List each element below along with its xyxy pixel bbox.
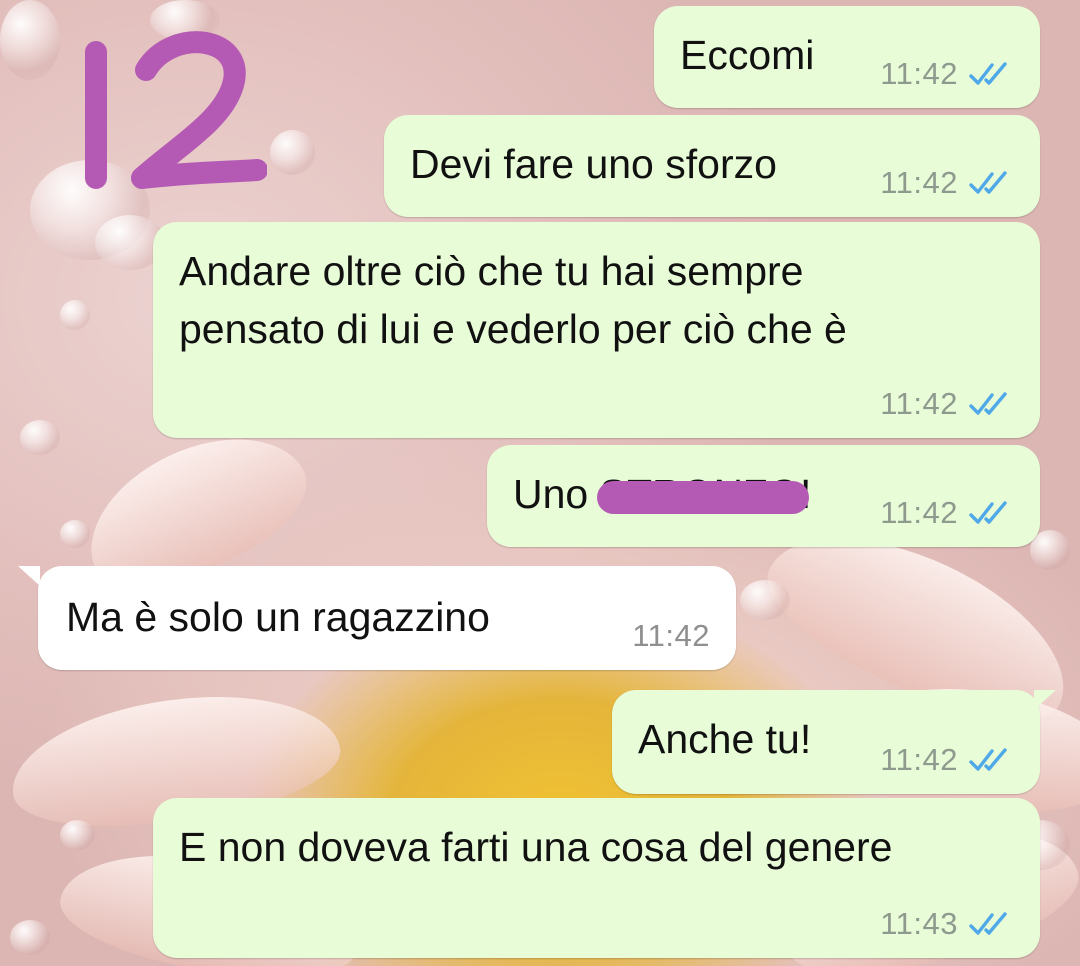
message-bubble-outgoing[interactable]: Andare oltre ciò che tu hai sempre pensa…: [153, 222, 1040, 438]
bubble-tail: [18, 566, 40, 586]
message-text: Eccomi: [680, 32, 815, 78]
message-bubble-outgoing[interactable]: Anche tu! 11:42: [612, 690, 1040, 794]
message-time: 11:43: [880, 906, 958, 941]
message-text: Anche tu!: [638, 716, 812, 762]
redaction-mark: [597, 481, 809, 514]
message-bubble-outgoing[interactable]: E non doveva farti una cosa del genere 1…: [153, 798, 1040, 958]
double-check-icon: [969, 748, 1007, 771]
message-time: 11:42: [632, 618, 710, 653]
stamp-number: [85, 31, 267, 189]
message-text: Ma è solo un ragazzino: [66, 594, 490, 640]
message-time: 11:42: [880, 495, 958, 530]
double-check-icon: [969, 912, 1007, 935]
message-bubble-incoming[interactable]: Ma è solo un ragazzino 11:42: [38, 566, 736, 670]
message-time: 11:42: [880, 386, 958, 421]
message-bubble-outgoing[interactable]: Devi fare uno sforzo 11:42: [384, 115, 1040, 217]
double-check-icon: [969, 392, 1007, 415]
double-check-icon: [969, 501, 1007, 524]
message-time: 11:42: [880, 165, 958, 200]
message-text: Andare oltre ciò che tu hai sempre pensa…: [179, 248, 847, 352]
message-time: 11:42: [880, 742, 958, 777]
bubble-tail: [1034, 690, 1056, 710]
message-text: Devi fare uno sforzo: [410, 141, 777, 187]
message-text: E non doveva farti una cosa del genere: [179, 824, 893, 870]
message-time: 11:42: [880, 56, 958, 91]
double-check-icon: [969, 171, 1007, 194]
double-check-icon: [969, 62, 1007, 85]
message-bubble-outgoing[interactable]: Eccomi 11:42: [654, 6, 1040, 108]
